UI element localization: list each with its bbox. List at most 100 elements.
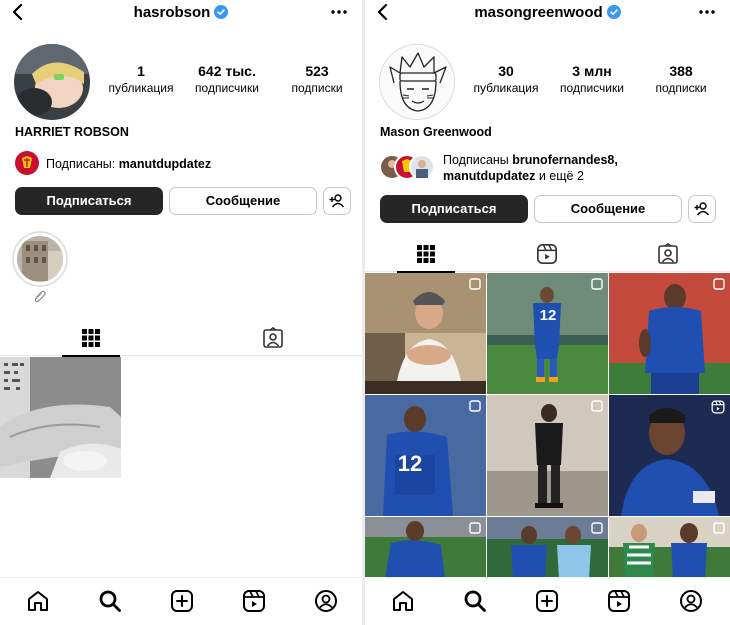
stat-value: 1 [137,63,145,79]
search-icon[interactable] [98,589,122,613]
carousel-icon [591,400,603,412]
more-dots-icon[interactable] [330,4,348,20]
tab-posts-grid[interactable] [62,320,120,357]
profile-icon[interactable] [314,589,338,613]
profile-pane-hasrobson: hasrobson 1 публикация 642 тыс. подписчики… [0,0,362,625]
stat-label: подписчики [560,81,624,95]
stat-value: 3 млн [572,63,612,79]
followed-text: Подписаны: manutdupdatez [46,156,211,172]
create-icon[interactable] [170,589,194,613]
username-text: hasrobson [133,4,211,21]
post-thumbnail[interactable]: 12 [365,395,486,516]
followed-prefix: Подписаны [443,153,513,167]
post-thumbnail[interactable] [487,517,608,579]
grid-icon [82,329,100,347]
stat-value: 642 тыс. [198,63,256,79]
username-text: masongreenwood [474,4,603,21]
stat-value: 30 [498,63,514,79]
search-icon[interactable] [463,589,487,613]
message-button[interactable]: Сообщение [534,195,682,223]
carousel-icon [591,522,603,534]
tab-tagged[interactable] [639,236,697,272]
tagged-icon [263,327,283,348]
stat-following[interactable]: 388 подписки [640,63,722,95]
post-thumbnail[interactable] [609,273,730,394]
followed-account: manutdupdatez [118,157,212,171]
post-thumbnail[interactable] [609,517,730,579]
more-dots-icon[interactable] [698,4,716,20]
follower-avatar [15,151,39,175]
reels-icon[interactable] [607,589,631,613]
grid-icon [417,245,435,263]
add-user-icon [329,194,345,208]
avatar[interactable] [379,44,455,120]
verified-badge-icon [606,5,621,19]
tab-posts-grid[interactable] [397,236,455,273]
carousel-icon [713,278,725,290]
stat-label: подписки [291,81,343,95]
reels-icon [537,244,557,264]
tagged-icon [658,243,678,264]
profile-stats: 1 публикация 642 тыс. подписчики 523 подпис… [105,63,357,95]
profile-username: masongreenwood [365,4,730,21]
profile-header: masongreenwood [365,0,730,26]
stat-label: подписки [655,81,707,95]
message-button[interactable]: Сообщение [169,187,317,215]
post-thumbnail[interactable]: 12 [487,273,608,394]
profile-username: hasrobson [0,4,362,21]
stat-followers[interactable]: 642 тыс. подписчики [177,63,277,95]
post-thumbnail[interactable] [365,273,486,394]
jersey-number: 12 [539,307,557,324]
stat-value: 388 [669,63,693,79]
reels-badge-icon [711,400,725,414]
stat-label: публикация [473,81,539,95]
carousel-icon [469,278,481,290]
stat-label: подписчики [195,81,259,95]
add-user-button[interactable] [323,187,351,215]
jersey-number: 12 [397,451,423,476]
verified-badge-icon [214,5,229,19]
stat-posts[interactable]: 1 публикация [105,63,177,95]
stat-value: 523 [305,63,329,79]
carousel-icon [591,278,603,290]
home-icon[interactable] [391,589,415,613]
create-icon[interactable] [535,589,559,613]
post-thumbnail[interactable] [365,517,486,579]
followed-text: Подписаны brunofernandes8, manutdupdatez … [443,152,618,184]
avatar[interactable] [14,44,90,120]
followed-account: manutdupdatez [443,169,536,183]
stat-label: публикация [108,81,174,95]
profile-header: hasrobson [0,0,362,26]
carousel-icon [469,400,481,412]
carousel-icon [469,522,481,534]
add-user-icon [694,202,710,216]
profile-stats: 30 публикация 3 млн подписчики 388 подписки [468,63,722,95]
follower-avatars [379,154,435,180]
follow-button[interactable]: Подписаться [15,187,163,215]
highlight-cover [12,231,68,287]
profile-tabs [365,236,730,273]
post-thumbnail[interactable] [487,395,608,516]
profile-icon[interactable] [679,589,703,613]
bottom-nav [365,577,730,625]
bottom-nav [0,577,362,625]
stat-posts[interactable]: 30 публикация [468,63,544,95]
post-thumbnail[interactable] [609,395,730,516]
home-icon[interactable] [26,589,50,613]
follow-button[interactable]: Подписаться [380,195,528,223]
followed-prefix: Подписаны: [46,157,119,171]
stat-following[interactable]: 523 подписки [277,63,357,95]
profile-pane-masongreenwood: masongreenwood 30 публикация 3 млн подписч… [365,0,730,625]
profile-tabs [0,320,362,357]
reels-icon[interactable] [242,589,266,613]
followed-account: brunofernandes8, [512,153,618,167]
display-name: HARRIET ROBSON [15,125,129,139]
paperclip-icon [34,290,46,303]
stat-followers[interactable]: 3 млн подписчики [544,63,640,95]
tab-tagged[interactable] [244,320,302,356]
post-thumbnail[interactable] [0,357,121,478]
carousel-icon [713,522,725,534]
tab-reels[interactable] [518,236,576,272]
add-user-button[interactable] [688,195,716,223]
followed-suffix: и ещё 2 [535,169,584,183]
